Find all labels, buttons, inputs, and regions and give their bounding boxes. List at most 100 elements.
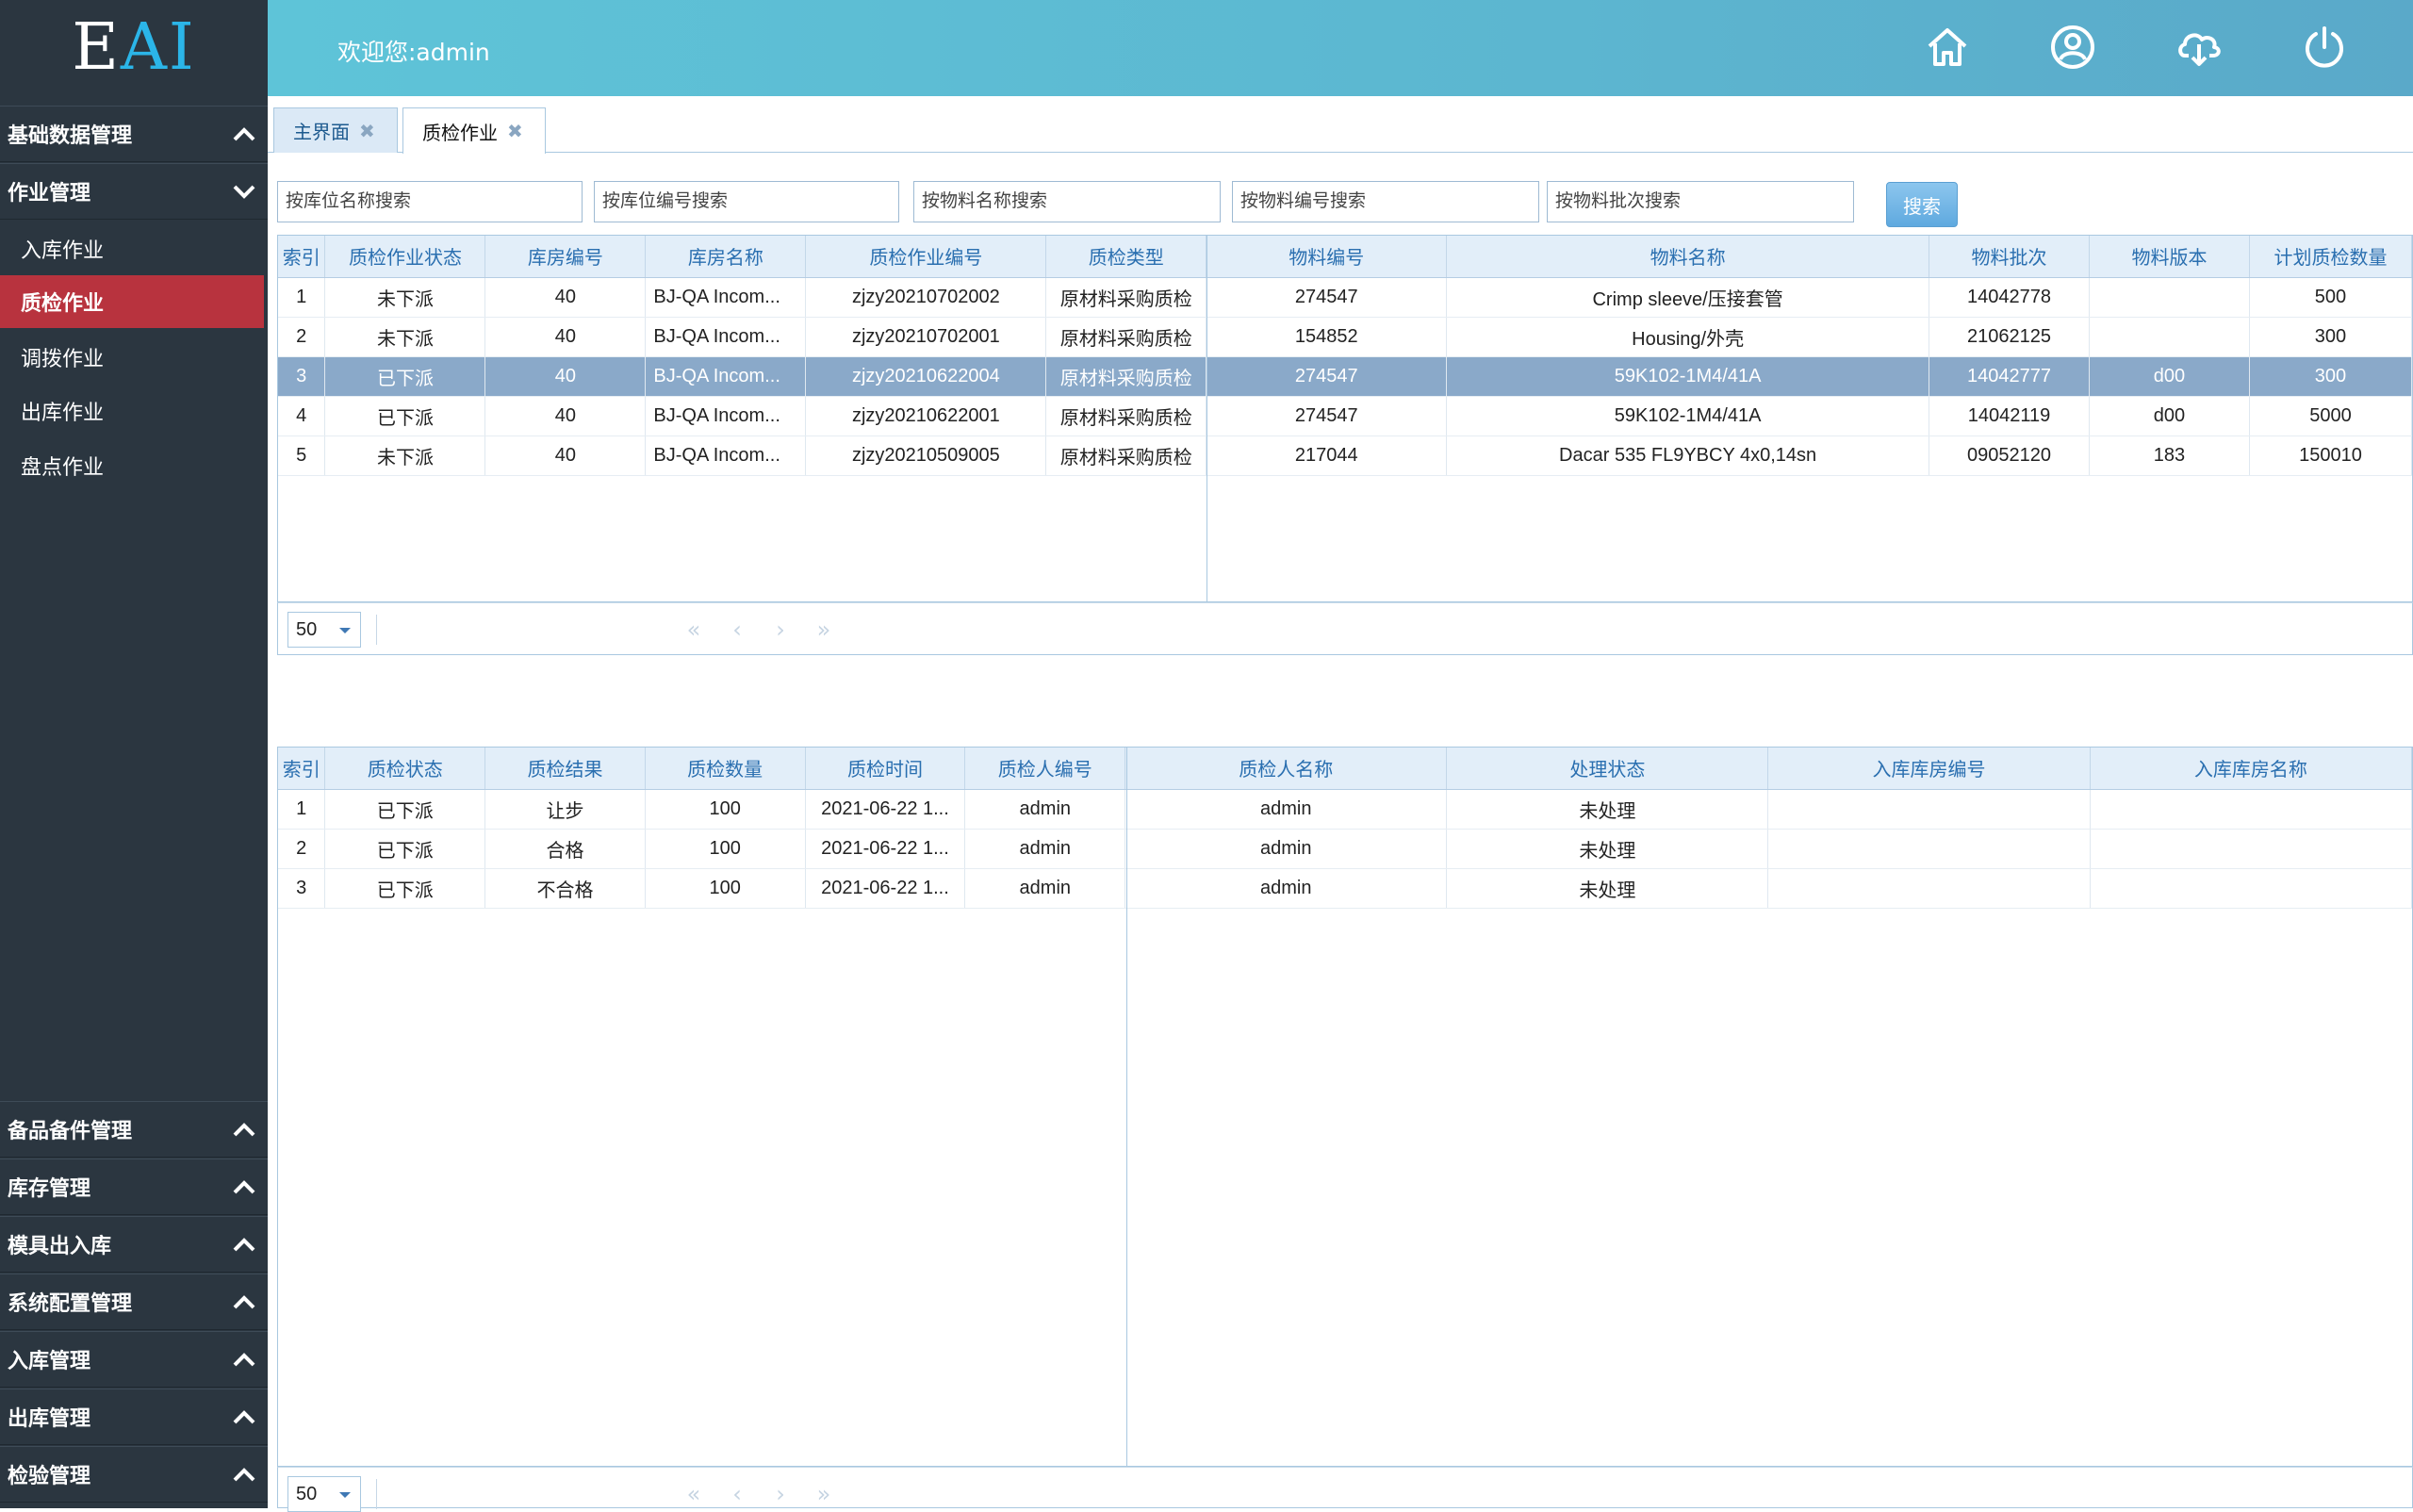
table-cell: 40 (484, 436, 647, 476)
user-icon[interactable] (2046, 21, 2099, 74)
table-cell: 2021-06-22 1... (805, 829, 966, 869)
qc-record-pager: 50 « ‹ › » (277, 1467, 2413, 1512)
column-header[interactable]: 质检状态 (324, 748, 486, 790)
prev-page-button[interactable]: ‹ (723, 616, 751, 643)
first-page-button[interactable]: « (680, 1481, 708, 1507)
menu-group-inbound[interactable]: 入库管理 (0, 1331, 268, 1388)
search-material-batch-input[interactable] (1547, 181, 1854, 222)
table-cell: 40 (484, 317, 647, 357)
table-cell: zjzy20210622001 (805, 396, 1047, 436)
column-header[interactable]: 入库库房名称 (2090, 748, 2412, 790)
table-cell (1767, 829, 2091, 869)
next-page-button[interactable]: › (766, 1481, 795, 1507)
column-header[interactable]: 物料版本 (2089, 236, 2250, 278)
table-cell: 已下派 (324, 789, 486, 830)
close-icon[interactable]: ✖ (507, 120, 523, 142)
column-header[interactable]: 入库库房编号 (1767, 748, 2091, 790)
sidebar-item-transfer-job[interactable]: 调拨作业 (0, 331, 268, 384)
power-icon[interactable] (2298, 21, 2351, 74)
sidebar-item-inbound-job[interactable]: 入库作业 (0, 222, 268, 275)
cloud-download-icon[interactable] (2173, 21, 2225, 74)
table-row[interactable]: 1 已下派 让步 100 2021-06-22 1... admin admin 未处理 (278, 789, 2412, 830)
chevron-up-icon (228, 1230, 260, 1258)
app-logo: EAI (0, 0, 268, 96)
next-page-button[interactable]: › (766, 616, 795, 643)
search-location-code-input[interactable] (594, 181, 899, 222)
column-header[interactable]: 质检人编号 (964, 748, 1126, 790)
tab-main[interactable]: 主界面 ✖ (273, 107, 398, 153)
table-cell: 100 (645, 829, 806, 869)
table-cell: BJ-QA Incom... (645, 277, 807, 318)
column-header[interactable]: 质检作业编号 (805, 236, 1047, 278)
menu-group-label: 系统配置管理 (8, 1292, 133, 1316)
menu-group-system-config[interactable]: 系统配置管理 (0, 1274, 268, 1330)
table-row[interactable]: 2 已下派 合格 100 2021-06-22 1... admin admin 未处理 (278, 829, 2412, 869)
column-header[interactable]: 物料编号 (1206, 236, 1448, 278)
table-cell: 217044 (1206, 436, 1448, 476)
table-row[interactable]: 5 未下派 40 BJ-QA Incom... zjzy20210509005 原材料采购… (278, 436, 2412, 476)
menu-group-job-management[interactable]: 作业管理 (0, 163, 268, 220)
table-cell: 59K102-1M4/41A (1446, 396, 1930, 436)
table-cell: 原材料采购质检 (1045, 317, 1207, 357)
menu-group-outbound[interactable]: 出库管理 (0, 1389, 268, 1445)
table-cell: 让步 (484, 789, 646, 830)
menu-group-spare-parts[interactable]: 备品备件管理 (0, 1101, 268, 1158)
page-size-select[interactable]: 50 (287, 612, 361, 648)
column-header[interactable]: 处理状态 (1446, 748, 1769, 790)
column-header[interactable]: 质检数量 (645, 748, 806, 790)
table-cell: 未处理 (1446, 789, 1769, 830)
table-cell: 300 (2249, 317, 2412, 357)
menu-group-inventory[interactable]: 库存管理 (0, 1159, 268, 1215)
page-size-select[interactable]: 50 (287, 1476, 361, 1512)
column-header[interactable]: 物料名称 (1446, 236, 1930, 278)
table-cell: 合格 (484, 829, 646, 869)
column-header[interactable]: 库房名称 (645, 236, 807, 278)
sidebar-item-stocktake-job[interactable]: 盘点作业 (0, 439, 268, 492)
last-page-button[interactable]: » (810, 1481, 838, 1507)
table-row[interactable]: 4 已下派 40 BJ-QA Incom... zjzy20210622001 原材料采购… (278, 396, 2412, 436)
table-cell: 14042777 (1929, 356, 2090, 397)
search-location-name-input[interactable] (277, 181, 583, 222)
column-header[interactable]: 索引 (278, 748, 326, 790)
menu-group-inspection[interactable]: 检验管理 (0, 1446, 268, 1503)
table-row[interactable]: 3 已下派 40 BJ-QA Incom... zjzy20210622004 原材料采购… (278, 356, 2412, 397)
tab-qc-job[interactable]: 质检作业 ✖ (402, 107, 546, 154)
table-cell: 已下派 (324, 829, 486, 869)
table-cell (1767, 868, 2091, 909)
prev-page-button[interactable]: ‹ (723, 1481, 751, 1507)
column-header[interactable]: 库房编号 (484, 236, 647, 278)
chevron-up-icon (228, 1460, 260, 1488)
table-cell (2089, 277, 2250, 318)
column-header[interactable]: 质检人名称 (1124, 748, 1448, 790)
column-header[interactable]: 质检时间 (805, 748, 966, 790)
table-cell: admin (1124, 829, 1448, 869)
menu-group-basic-data[interactable]: 基础数据管理 (0, 106, 268, 162)
table-row[interactable]: 3 已下派 不合格 100 2021-06-22 1... admin admin 未处理 (278, 868, 2412, 909)
column-header[interactable]: 物料批次 (1929, 236, 2090, 278)
table-row[interactable]: 1 未下派 40 BJ-QA Incom... zjzy20210702002 原材料采购… (278, 277, 2412, 318)
search-material-name-input[interactable] (913, 181, 1221, 222)
table-cell: 21062125 (1929, 317, 2090, 357)
table-cell: 未下派 (324, 277, 486, 318)
column-header[interactable]: 计划质检数量 (2249, 236, 2412, 278)
sidebar-item-outbound-job[interactable]: 出库作业 (0, 385, 268, 437)
first-page-button[interactable]: « (680, 616, 708, 643)
column-header[interactable]: 质检类型 (1045, 236, 1207, 278)
table-cell: admin (964, 868, 1126, 909)
search-button[interactable]: 搜索 (1886, 182, 1958, 227)
menu-group-mold-io[interactable]: 模具出入库 (0, 1216, 268, 1273)
column-header[interactable]: 索引 (278, 236, 326, 278)
home-icon[interactable] (1921, 21, 1974, 74)
table-row[interactable]: 2 未下派 40 BJ-QA Incom... zjzy20210702001 原材料采购… (278, 317, 2412, 357)
table-cell: 1 (278, 277, 326, 318)
table-cell (2089, 317, 2250, 357)
table-cell: 原材料采购质检 (1045, 396, 1207, 436)
last-page-button[interactable]: » (810, 616, 838, 643)
table-cell: 原材料采购质检 (1045, 277, 1207, 318)
search-material-code-input[interactable] (1232, 181, 1539, 222)
sidebar-item-qc-job[interactable]: 质检作业 (0, 275, 264, 328)
column-header[interactable]: 质检作业状态 (324, 236, 486, 278)
column-header[interactable]: 质检结果 (484, 748, 646, 790)
table-cell: 4 (278, 396, 326, 436)
close-icon[interactable]: ✖ (359, 120, 375, 142)
